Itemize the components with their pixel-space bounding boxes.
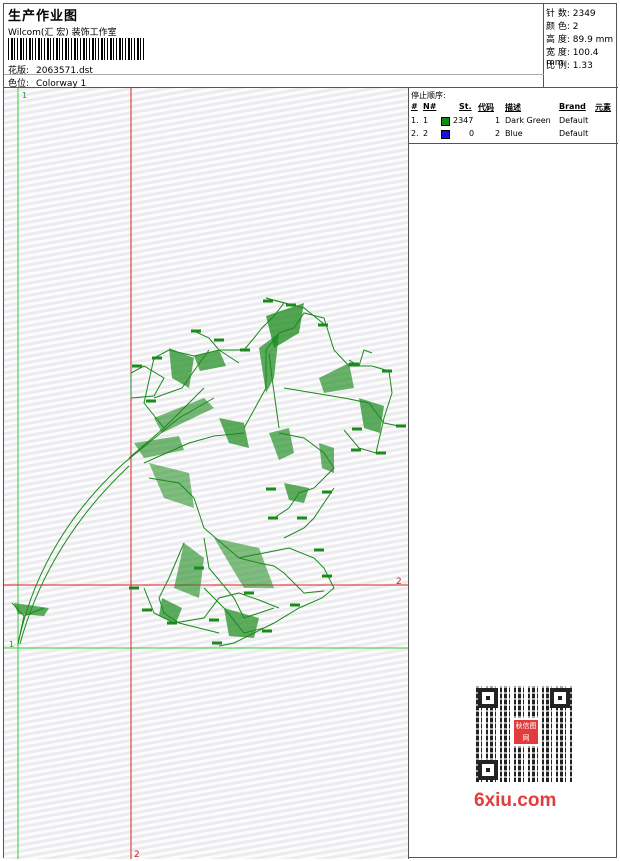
qr-finder [478, 688, 498, 708]
col-brand: Brand [559, 102, 586, 111]
row-no: 1 [423, 116, 429, 125]
row-desc: Dark Green [505, 116, 551, 125]
stat-colors: 颜 色: 2 [546, 22, 579, 32]
axis-label-right: 2 [396, 577, 402, 587]
studio-subtitle: Wilcom(汇 宏) 装饰工作室 [8, 28, 117, 38]
stats-panel: 针 数: 2349 颜 色: 2 高 度: 89.9 mm 宽 度: 100.4… [544, 4, 618, 88]
satin-fills [14, 303, 384, 638]
site-watermark: 6xiu.com [474, 790, 557, 811]
col-st: St. [459, 102, 472, 111]
stat-height: 高 度: 89.9 mm [546, 35, 614, 45]
axis-label-left: 1 [9, 640, 14, 649]
row-no: 2 [423, 129, 429, 138]
row-num: 2. [411, 129, 419, 138]
page-title: 生产作业图 [8, 9, 79, 24]
col-no: N# [423, 102, 437, 111]
qr-code-watermark: 秋信图网 [468, 680, 580, 784]
row-code: 2 [495, 129, 501, 138]
color-swatch [441, 130, 450, 139]
row-desc: Blue [505, 129, 523, 138]
divider [4, 74, 544, 75]
axis-label-top: 1 [22, 91, 27, 100]
row-st: 0 [469, 129, 475, 138]
stat-stitches: 针 数: 2349 [546, 9, 596, 19]
qr-finder [478, 760, 498, 780]
col-elem: 元素 [595, 103, 611, 112]
col-num: # [411, 102, 418, 111]
stop-row: 1. 1 2347 1 Dark Green Default [409, 116, 618, 128]
header-panel: 生产作业图 Wilcom(汇 宏) 装饰工作室 花版: 2063571.dst 色… [4, 4, 544, 89]
barcode [8, 38, 145, 60]
embroidery-preview: 1 1 2 2 [4, 88, 408, 859]
row-brand: Default [559, 116, 589, 125]
col-desc: 描述 [505, 103, 521, 112]
qr-logo: 秋信图网 [512, 718, 540, 746]
row-code: 1 [495, 116, 501, 125]
stop-sequence-panel: 停止顺序: # N# St. 代码 描述 Brand 元素 1. 1 2347 … [409, 88, 618, 144]
qr-finder [550, 688, 570, 708]
col-code: 代码 [478, 103, 494, 112]
row-st: 2347 [453, 116, 474, 125]
stat-ratio: 比 例: 1.33 [546, 61, 593, 71]
axis-label-bottom: 2 [134, 850, 140, 859]
stop-row: 2. 2 0 2 Blue Default [409, 129, 618, 141]
design-canvas: 1 1 2 2 [4, 88, 409, 859]
color-swatch [441, 117, 450, 126]
stitch-paths [11, 297, 400, 647]
row-num: 1. [411, 116, 419, 125]
stop-sequence-title: 停止顺序: [411, 91, 446, 100]
row-brand: Default [559, 129, 589, 138]
